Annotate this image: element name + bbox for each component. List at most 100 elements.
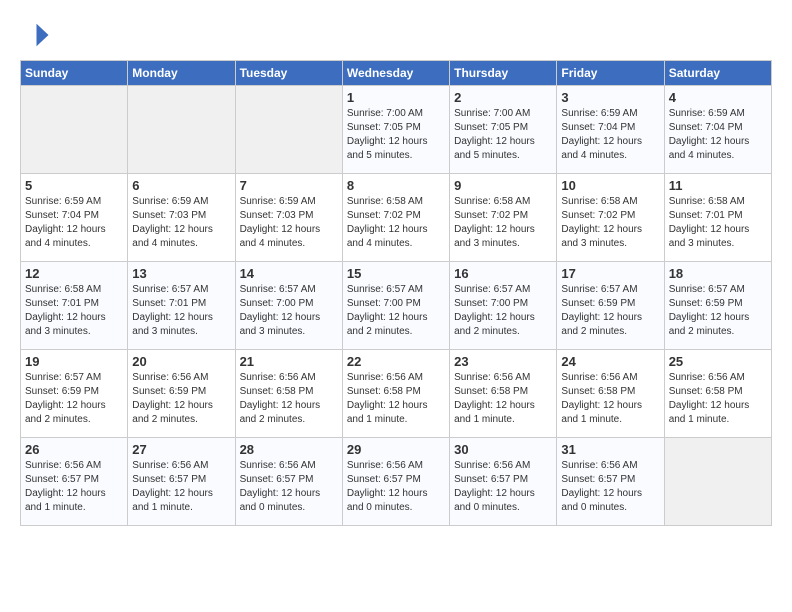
weekday-header: Tuesday — [235, 61, 342, 86]
day-number: 16 — [454, 266, 552, 281]
calendar-cell: 20 Sunrise: 6:56 AMSunset: 6:59 PMDayligh… — [128, 350, 235, 438]
calendar-cell: 16Sunrise: 6:57 AMSunset: 7:00 PMDayligh… — [450, 262, 557, 350]
calendar-cell: 5 Sunrise: 6:59 AMSunset: 7:04 PMDaylight… — [21, 174, 128, 262]
day-info: Sunrise: 6:58 AMSunset: 7:02 PMDaylight:… — [454, 195, 552, 251]
calendar-cell: 30 Sunrise: 6:56 AMSunset: 6:57 PMDayligh… — [450, 438, 557, 526]
day-number: 23 — [454, 354, 552, 369]
day-info: Sunrise: 6:59 AMSunset: 7:04 PMDaylight:… — [25, 195, 123, 251]
day-info: Sunrise: 6:56 AMSunset: 6:57 PMDaylight:… — [132, 459, 230, 515]
day-number: 11 — [669, 178, 767, 193]
calendar-cell: 6 Sunrise: 6:59 AMSunset: 7:03 PMDaylight… — [128, 174, 235, 262]
day-info: Sunrise: 6:59 AMSunset: 7:04 PMDaylight:… — [561, 107, 659, 163]
day-number: 3 — [561, 90, 659, 105]
day-info: Sunrise: 6:59 AMSunset: 7:04 PMDaylight:… — [669, 107, 767, 163]
day-info: Sunrise: 6:59 AMSunset: 7:03 PMDaylight:… — [132, 195, 230, 251]
day-number: 12 — [25, 266, 123, 281]
calendar-week-row: 1 Sunrise: 7:00 AMSunset: 7:05 PMDaylight… — [21, 86, 772, 174]
day-number: 28 — [240, 442, 338, 457]
day-info: Sunrise: 7:00 AMSunset: 7:05 PMDaylight:… — [347, 107, 445, 163]
day-number: 21 — [240, 354, 338, 369]
day-number: 26 — [25, 442, 123, 457]
day-info: Sunrise: 6:57 AMSunset: 6:59 PMDaylight:… — [25, 371, 123, 427]
calendar-cell — [235, 86, 342, 174]
day-number: 13 — [132, 266, 230, 281]
calendar-cell: 29 Sunrise: 6:56 AMSunset: 6:57 PMDayligh… — [342, 438, 449, 526]
day-info: Sunrise: 6:57 AMSunset: 7:00 PMDaylight:… — [347, 283, 445, 339]
day-number: 17 — [561, 266, 659, 281]
calendar-cell: 11 Sunrise: 6:58 AMSunset: 7:01 PMDayligh… — [664, 174, 771, 262]
weekday-header: Monday — [128, 61, 235, 86]
calendar-cell: 7 Sunrise: 6:59 AMSunset: 7:03 PMDaylight… — [235, 174, 342, 262]
day-info: Sunrise: 6:58 AMSunset: 7:02 PMDaylight:… — [561, 195, 659, 251]
day-number: 10 — [561, 178, 659, 193]
day-number: 22 — [347, 354, 445, 369]
calendar-cell: 25 Sunrise: 6:56 AMSunset: 6:58 PMDayligh… — [664, 350, 771, 438]
weekday-header: Friday — [557, 61, 664, 86]
day-number: 18 — [669, 266, 767, 281]
calendar-cell: 31 Sunrise: 6:56 AMSunset: 6:57 PMDayligh… — [557, 438, 664, 526]
calendar-cell: 21 Sunrise: 6:56 AMSunset: 6:58 PMDayligh… — [235, 350, 342, 438]
day-number: 1 — [347, 90, 445, 105]
day-number: 7 — [240, 178, 338, 193]
calendar-week-row: 12 Sunrise: 6:58 AMSunset: 7:01 PMDayligh… — [21, 262, 772, 350]
calendar-cell: 1 Sunrise: 7:00 AMSunset: 7:05 PMDaylight… — [342, 86, 449, 174]
weekday-header: Saturday — [664, 61, 771, 86]
day-number: 31 — [561, 442, 659, 457]
calendar-cell: 27 Sunrise: 6:56 AMSunset: 6:57 PMDayligh… — [128, 438, 235, 526]
calendar-cell — [21, 86, 128, 174]
day-info: Sunrise: 6:58 AMSunset: 7:02 PMDaylight:… — [347, 195, 445, 251]
day-info: Sunrise: 6:56 AMSunset: 6:58 PMDaylight:… — [240, 371, 338, 427]
day-info: Sunrise: 6:56 AMSunset: 6:57 PMDaylight:… — [347, 459, 445, 515]
page-header — [20, 20, 772, 50]
day-number: 6 — [132, 178, 230, 193]
day-number: 29 — [347, 442, 445, 457]
calendar-cell: 22Sunrise: 6:56 AMSunset: 6:58 PMDayligh… — [342, 350, 449, 438]
day-number: 27 — [132, 442, 230, 457]
day-info: Sunrise: 6:56 AMSunset: 6:58 PMDaylight:… — [669, 371, 767, 427]
day-number: 24 — [561, 354, 659, 369]
calendar-cell: 28 Sunrise: 6:56 AMSunset: 6:57 PMDayligh… — [235, 438, 342, 526]
calendar-cell: 2 Sunrise: 7:00 AMSunset: 7:05 PMDaylight… — [450, 86, 557, 174]
day-number: 2 — [454, 90, 552, 105]
calendar-week-row: 5 Sunrise: 6:59 AMSunset: 7:04 PMDaylight… — [21, 174, 772, 262]
calendar-week-row: 19Sunrise: 6:57 AMSunset: 6:59 PMDayligh… — [21, 350, 772, 438]
day-info: Sunrise: 6:56 AMSunset: 6:58 PMDaylight:… — [561, 371, 659, 427]
day-info: Sunrise: 6:57 AMSunset: 6:59 PMDaylight:… — [561, 283, 659, 339]
day-info: Sunrise: 6:56 AMSunset: 6:57 PMDaylight:… — [454, 459, 552, 515]
calendar-cell: 26 Sunrise: 6:56 AMSunset: 6:57 PMDayligh… — [21, 438, 128, 526]
day-number: 30 — [454, 442, 552, 457]
day-info: Sunrise: 6:58 AMSunset: 7:01 PMDaylight:… — [25, 283, 123, 339]
calendar-cell: 4Sunrise: 6:59 AMSunset: 7:04 PMDaylight… — [664, 86, 771, 174]
day-info: Sunrise: 7:00 AMSunset: 7:05 PMDaylight:… — [454, 107, 552, 163]
day-number: 14 — [240, 266, 338, 281]
day-number: 5 — [25, 178, 123, 193]
day-info: Sunrise: 6:56 AMSunset: 6:57 PMDaylight:… — [561, 459, 659, 515]
day-number: 20 — [132, 354, 230, 369]
day-number: 8 — [347, 178, 445, 193]
day-info: Sunrise: 6:56 AMSunset: 6:59 PMDaylight:… — [132, 371, 230, 427]
day-info: Sunrise: 6:56 AMSunset: 6:58 PMDaylight:… — [454, 371, 552, 427]
weekday-header-row: SundayMondayTuesdayWednesdayThursdayFrid… — [21, 61, 772, 86]
calendar-cell: 9Sunrise: 6:58 AMSunset: 7:02 PMDaylight… — [450, 174, 557, 262]
calendar-cell — [664, 438, 771, 526]
day-info: Sunrise: 6:56 AMSunset: 6:57 PMDaylight:… — [25, 459, 123, 515]
day-info: Sunrise: 6:59 AMSunset: 7:03 PMDaylight:… — [240, 195, 338, 251]
calendar-cell: 18 Sunrise: 6:57 AMSunset: 6:59 PMDayligh… — [664, 262, 771, 350]
calendar-cell — [128, 86, 235, 174]
calendar-cell: 23 Sunrise: 6:56 AMSunset: 6:58 PMDayligh… — [450, 350, 557, 438]
day-info: Sunrise: 6:58 AMSunset: 7:01 PMDaylight:… — [669, 195, 767, 251]
day-number: 25 — [669, 354, 767, 369]
calendar-cell: 17 Sunrise: 6:57 AMSunset: 6:59 PMDayligh… — [557, 262, 664, 350]
calendar-cell: 10 Sunrise: 6:58 AMSunset: 7:02 PMDayligh… — [557, 174, 664, 262]
calendar-cell: 19Sunrise: 6:57 AMSunset: 6:59 PMDayligh… — [21, 350, 128, 438]
day-info: Sunrise: 6:57 AMSunset: 7:01 PMDaylight:… — [132, 283, 230, 339]
calendar-cell: 15Sunrise: 6:57 AMSunset: 7:00 PMDayligh… — [342, 262, 449, 350]
calendar-week-row: 26 Sunrise: 6:56 AMSunset: 6:57 PMDayligh… — [21, 438, 772, 526]
day-info: Sunrise: 6:57 AMSunset: 6:59 PMDaylight:… — [669, 283, 767, 339]
weekday-header: Sunday — [21, 61, 128, 86]
calendar-cell: 3 Sunrise: 6:59 AMSunset: 7:04 PMDaylight… — [557, 86, 664, 174]
logo — [20, 20, 54, 50]
weekday-header: Wednesday — [342, 61, 449, 86]
day-info: Sunrise: 6:56 AMSunset: 6:57 PMDaylight:… — [240, 459, 338, 515]
calendar-cell: 14Sunrise: 6:57 AMSunset: 7:00 PMDayligh… — [235, 262, 342, 350]
